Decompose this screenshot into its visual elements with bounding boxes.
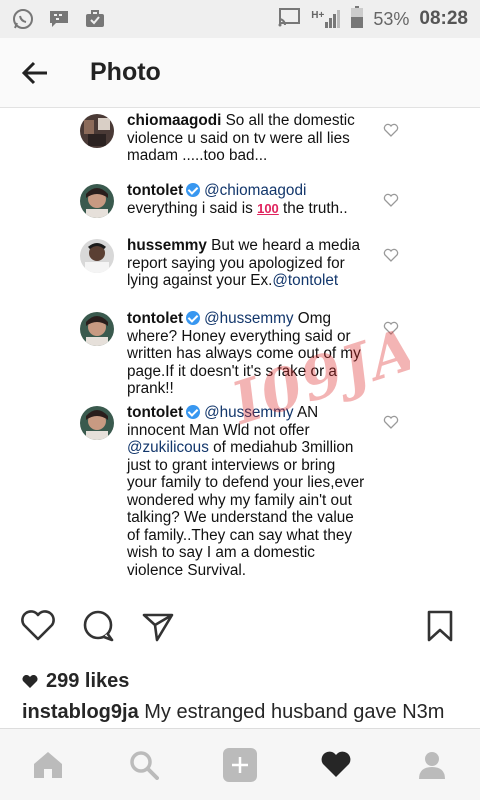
- comment-mention[interactable]: @tontolet: [272, 272, 338, 289]
- search-icon: [130, 750, 159, 780]
- comment-mention[interactable]: @hussemmy: [204, 310, 293, 327]
- speech-bubble-icon: [83, 610, 114, 642]
- heart-outline-icon[interactable]: [383, 192, 399, 208]
- verified-badge-icon: [186, 405, 201, 419]
- network-type: H+: [311, 10, 325, 21]
- likes-count[interactable]: 299 likes: [22, 670, 129, 693]
- comment-username[interactable]: tontolet: [127, 404, 183, 421]
- heart-filled-icon: [321, 751, 351, 777]
- share-button[interactable]: [138, 606, 178, 646]
- status-bar: H+ 53% 08:28: [0, 0, 480, 38]
- comment-button[interactable]: [78, 606, 118, 646]
- heart-outline-icon[interactable]: [383, 122, 399, 138]
- clock: 08:28: [419, 8, 468, 29]
- comment-body: the truth..: [278, 199, 348, 217]
- post-actions: [0, 602, 480, 650]
- comment-username[interactable]: chiomaagodi: [127, 112, 221, 129]
- heart-outline-icon[interactable]: [383, 414, 399, 430]
- comment-body: of mediahub 3million just to grant inter…: [127, 439, 365, 579]
- heart-outline-icon[interactable]: [383, 247, 399, 263]
- plus-square-icon: [223, 747, 257, 782]
- comment-text: tontolet @chiomaagodi everything i said i…: [127, 182, 367, 217]
- nav-add-post[interactable]: [216, 741, 264, 789]
- briefcase-icon: [84, 8, 106, 30]
- comment-text: chiomaagodi So all the domestic violence…: [127, 112, 367, 165]
- heart-filled-icon: [22, 674, 38, 688]
- battery-icon: [351, 5, 364, 33]
- avatar: [80, 114, 114, 148]
- caption-text: My estranged husband gave N3m: [138, 701, 445, 723]
- comment-username[interactable]: hussemmy: [127, 237, 207, 254]
- caption-username[interactable]: instablog9ja: [22, 701, 139, 723]
- avatar: [80, 406, 114, 440]
- nav-search[interactable]: [120, 741, 168, 789]
- save-button[interactable]: [420, 606, 460, 646]
- comment-username[interactable]: tontolet: [127, 310, 183, 327]
- signal-icon: H+: [311, 10, 341, 28]
- post-caption: instablog9ja My estranged husband gave N…: [22, 701, 444, 724]
- nav-home[interactable]: [24, 741, 72, 789]
- app-bar: Photo: [0, 38, 480, 108]
- comment-body: everything i said is: [127, 199, 258, 217]
- whatsapp-icon: [12, 8, 34, 30]
- comment-mention[interactable]: @zukilicous: [127, 439, 209, 456]
- back-button[interactable]: [0, 38, 70, 108]
- bbm-icon: [48, 8, 70, 30]
- bookmark-icon: [427, 610, 453, 642]
- bottom-nav: [0, 728, 480, 800]
- avatar: [80, 239, 114, 273]
- cast-icon: [277, 7, 301, 32]
- like-button[interactable]: [18, 606, 58, 646]
- verified-badge-icon: [186, 183, 201, 197]
- hundred-emoji-icon: 100: [257, 200, 279, 216]
- nav-profile[interactable]: [408, 741, 456, 789]
- verified-badge-icon: [186, 311, 201, 325]
- avatar: [80, 184, 114, 218]
- comment-username[interactable]: tontolet: [127, 182, 183, 199]
- send-icon: [142, 613, 174, 642]
- post-photo[interactable]: chiomaagodi So all the domestic violence…: [70, 112, 410, 594]
- avatar: [80, 312, 114, 346]
- arrow-left-icon: [21, 61, 47, 84]
- comment-mention[interactable]: @chiomaagodi: [204, 182, 306, 199]
- comment-text: hussemmy But we heard a media report say…: [127, 237, 367, 290]
- likes-label: 299 likes: [46, 670, 130, 692]
- heart-outline-icon: [21, 610, 55, 641]
- home-icon: [34, 751, 62, 778]
- page-title: Photo: [90, 58, 161, 86]
- nav-activity[interactable]: [312, 741, 360, 789]
- person-icon: [419, 751, 445, 779]
- battery-percent: 53%: [373, 8, 410, 29]
